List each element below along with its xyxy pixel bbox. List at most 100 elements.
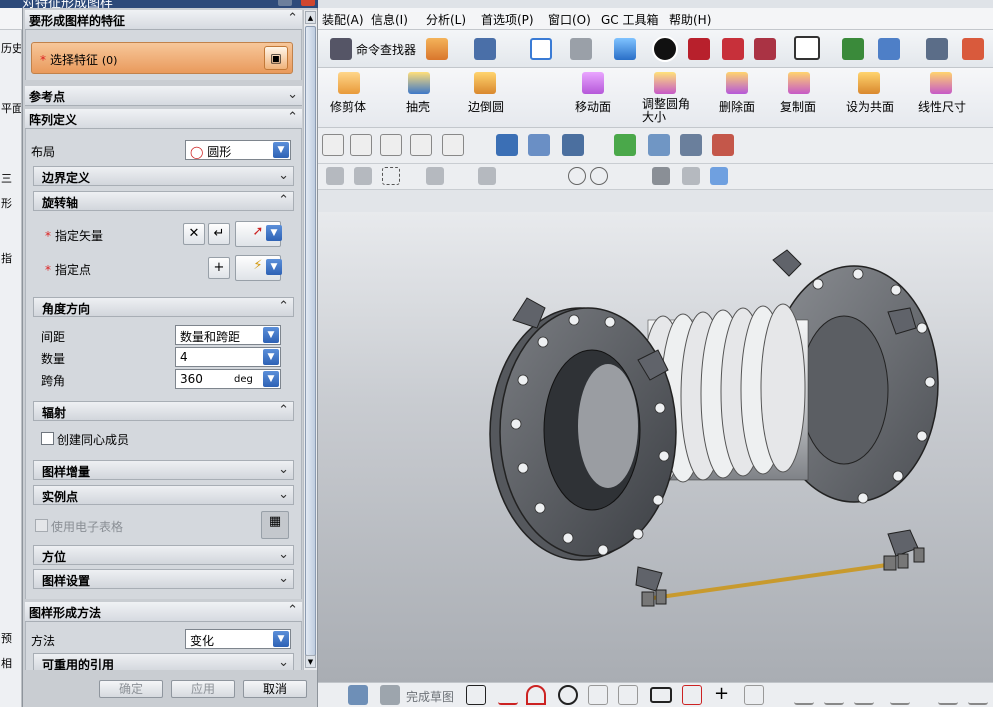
- trim-body-icon[interactable]: [338, 72, 360, 94]
- menu-help[interactable]: 帮助(H): [669, 11, 711, 28]
- section-features-to-pattern[interactable]: 要形成图样的特征 ⌃: [25, 10, 302, 30]
- delete-face-label[interactable]: 删除面: [719, 98, 755, 115]
- spring-icon[interactable]: [496, 134, 518, 156]
- resource-item[interactable]: 指: [1, 250, 21, 266]
- chevron-down-icon[interactable]: ▼: [266, 259, 282, 275]
- menu-gc-toolbox[interactable]: GC 工具箱: [601, 11, 659, 28]
- resize-blend-icon[interactable]: [654, 72, 676, 94]
- graphics-viewport[interactable]: [318, 212, 993, 682]
- reset-icon[interactable]: [278, 0, 292, 6]
- resource-item[interactable]: 三: [1, 170, 21, 186]
- copy-face-label[interactable]: 复制面: [780, 98, 816, 115]
- snap-o3-icon[interactable]: [410, 134, 432, 156]
- scroll-up-icon[interactable]: ▲: [305, 11, 316, 24]
- method-select[interactable]: 变化 ▼: [185, 629, 291, 649]
- make-coplanar-icon[interactable]: [858, 72, 880, 94]
- ok-button[interactable]: 确定: [99, 680, 163, 698]
- expand-icon[interactable]: ⌄: [287, 87, 298, 102]
- rotate-icon[interactable]: [354, 167, 372, 185]
- resource-item[interactable]: 历史: [1, 40, 21, 56]
- grid-icon[interactable]: [680, 134, 702, 156]
- collapse-icon[interactable]: ⌃: [287, 11, 298, 26]
- resource-item[interactable]: 相: [1, 655, 21, 671]
- fit-view-icon[interactable]: [530, 38, 552, 60]
- snap-list-icon[interactable]: [442, 134, 464, 156]
- shell-label[interactable]: 抽壳: [406, 98, 430, 115]
- snap-o2-icon[interactable]: [350, 134, 372, 156]
- layout-select[interactable]: ◯ 圆形 ▼: [185, 140, 291, 160]
- profile-icon[interactable]: [466, 685, 486, 705]
- box-select-icon[interactable]: [382, 167, 400, 185]
- trim-icon[interactable]: [794, 685, 814, 705]
- point-dialog-icon[interactable]: +: [208, 257, 230, 279]
- menu-preferences[interactable]: 首选项(P): [481, 11, 534, 28]
- circle-icon[interactable]: [568, 167, 586, 185]
- concentric-checkbox[interactable]: [41, 432, 54, 445]
- boundary-definition-header[interactable]: 边界定义 ⌄: [33, 166, 294, 186]
- mirror-icon[interactable]: [890, 685, 910, 705]
- section-pattern-method[interactable]: 图样形成方法 ⌃: [25, 602, 302, 622]
- resource-item[interactable]: 预: [1, 630, 21, 646]
- check-icon[interactable]: [614, 134, 636, 156]
- csys-icon[interactable]: [962, 38, 984, 60]
- wcs-icon[interactable]: [842, 38, 864, 60]
- snap-g-icon[interactable]: [380, 134, 402, 156]
- clip-cube-icon[interactable]: [754, 38, 776, 60]
- move-face-icon[interactable]: [582, 72, 604, 94]
- section-reference-point[interactable]: 参考点 ⌄: [25, 86, 302, 106]
- arc-icon[interactable]: [526, 685, 546, 705]
- finish-sketch-label[interactable]: 完成草图: [406, 688, 454, 705]
- copy-face-icon[interactable]: [788, 72, 810, 94]
- hatch-icon[interactable]: [562, 134, 584, 156]
- expand-icon[interactable]: ⌄: [278, 487, 289, 502]
- select-feature-row[interactable]: * 选择特征 (0) ▣: [31, 42, 293, 74]
- chevron-down-icon[interactable]: ▼: [263, 371, 279, 387]
- shell-icon[interactable]: [408, 72, 430, 94]
- spreadsheet-icon[interactable]: ▦: [261, 511, 289, 539]
- feature-select-icon[interactable]: ▣: [264, 46, 288, 70]
- table-icon[interactable]: [648, 134, 670, 156]
- make-coplanar-label[interactable]: 设为共面: [846, 98, 894, 115]
- chevron-down-icon[interactable]: ▼: [263, 349, 279, 365]
- snap-o1-icon[interactable]: [322, 134, 344, 156]
- resource-item[interactable]: 平面: [1, 100, 21, 116]
- count-input[interactable]: 4 ▼: [175, 347, 281, 367]
- red-cube-icon[interactable]: [688, 38, 710, 60]
- linear-dimension-label[interactable]: 线性尺寸: [918, 98, 966, 115]
- radiate-header[interactable]: 辐射 ⌃: [33, 401, 294, 421]
- delete-face-icon[interactable]: [726, 72, 748, 94]
- shade-icon[interactable]: [652, 167, 670, 185]
- pattern-increment-header[interactable]: 图样增量 ⌄: [33, 460, 294, 480]
- angle-direction-header[interactable]: 角度方向 ⌃: [33, 297, 294, 317]
- display-mode-icon[interactable]: [652, 36, 678, 62]
- expand-icon[interactable]: ⌄: [278, 655, 289, 670]
- rectangle-icon[interactable]: [650, 687, 672, 703]
- expand-icon[interactable]: ⌄: [278, 462, 289, 477]
- menu-window[interactable]: 窗口(O): [548, 11, 591, 28]
- spacing-select[interactable]: 数量和跨距 ▼: [175, 325, 281, 345]
- command-finder-label[interactable]: 命令查找器: [356, 41, 416, 58]
- chevron-down-icon[interactable]: ▼: [273, 631, 289, 647]
- chevron-down-icon[interactable]: ▼: [266, 225, 282, 241]
- chamfer-icon[interactable]: [618, 685, 638, 705]
- collapse-icon[interactable]: ⌃: [287, 603, 298, 618]
- orientation-header[interactable]: 方位 ⌄: [33, 545, 294, 565]
- cube-small-icon[interactable]: [710, 167, 728, 185]
- component-icon[interactable]: [426, 38, 448, 60]
- cancel-button[interactable]: 取消: [243, 680, 307, 698]
- binoculars-icon[interactable]: [330, 38, 352, 60]
- layer-icon[interactable]: [926, 38, 948, 60]
- expand-icon[interactable]: ⌄: [278, 547, 289, 562]
- menu-assembly[interactable]: 装配(A): [322, 11, 364, 28]
- scroll-thumb[interactable]: [305, 26, 316, 656]
- span-angle-input[interactable]: 360 deg ▼: [175, 369, 281, 389]
- move-face-label[interactable]: 移动面: [575, 98, 611, 115]
- close-icon[interactable]: [301, 0, 315, 6]
- move-icon[interactable]: [326, 167, 344, 185]
- trim-body-label[interactable]: 修剪体: [330, 98, 366, 115]
- dimension-icon[interactable]: [968, 685, 988, 705]
- spreadsheet-checkbox[interactable]: [35, 519, 48, 532]
- offset-icon[interactable]: [744, 685, 764, 705]
- section-pattern-definition[interactable]: 阵列定义 ⌃: [25, 109, 302, 129]
- finish-sketch-icon[interactable]: [380, 685, 400, 705]
